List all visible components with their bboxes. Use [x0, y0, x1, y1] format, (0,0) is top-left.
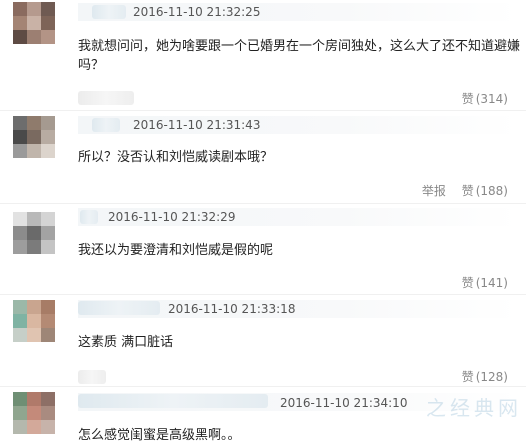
like-count: (128) [475, 370, 508, 384]
avatar-pixel [41, 130, 55, 144]
avatar-pixel [13, 406, 27, 420]
timestamp: 2016-11-10 21:34:10 [280, 396, 408, 410]
avatar-pixel [27, 2, 41, 16]
avatar-pixel [41, 240, 55, 254]
divider [0, 203, 526, 204]
avatar-pixel [27, 226, 41, 240]
avatar-pixel [13, 300, 27, 314]
divider [0, 386, 526, 387]
avatar-pixel [27, 328, 41, 342]
like-count: (188) [475, 184, 508, 198]
avatar-pixel [13, 314, 27, 328]
avatar[interactable] [13, 116, 55, 158]
like-button[interactable]: 赞 (314) [462, 92, 508, 106]
report-button[interactable]: 举报 [422, 184, 446, 198]
like-label: 赞 [461, 370, 474, 384]
avatar-pixel [41, 212, 55, 226]
comment-item: 2016-11-10 21:33:18 这素质 满口脏话 赞 (128) [0, 298, 526, 386]
username-placeholder [78, 370, 106, 384]
username[interactable] [92, 5, 126, 19]
comment-feed: 2016-11-10 21:32:25 我就想问问，她为啥要跟一个已婚男在一个房… [0, 0, 526, 448]
like-label: 赞 [461, 276, 474, 290]
avatar-pixel [41, 226, 55, 240]
avatar-pixel [13, 2, 27, 16]
like-button[interactable]: 赞 (128) [462, 370, 508, 384]
username[interactable] [92, 118, 120, 132]
avatar-pixel [13, 226, 27, 240]
timestamp: 2016-11-10 21:31:43 [133, 118, 261, 132]
avatar-pixel [27, 130, 41, 144]
avatar-pixel [13, 240, 27, 254]
avatar-pixel [41, 328, 55, 342]
avatar-pixel [13, 144, 27, 158]
avatar-pixel [41, 16, 55, 30]
avatar-pixel [27, 144, 41, 158]
avatar-pixel [13, 328, 27, 342]
avatar-pixel [27, 240, 41, 254]
divider [0, 294, 526, 295]
avatar[interactable] [13, 212, 55, 254]
avatar-pixel [27, 16, 41, 30]
comment-text: 所以？没否认和刘恺威读剧本哦？ [78, 150, 274, 165]
avatar-pixel [41, 144, 55, 158]
comment-item: 2016-11-10 21:31:43 所以？没否认和刘恺威读剧本哦？ 举报 赞… [0, 112, 526, 204]
like-count: (141) [475, 276, 508, 290]
comment-text: 我还以为要澄清和刘恺威是假的呢 [78, 243, 274, 258]
comment-actions: 赞 (314) [450, 90, 508, 107]
like-button[interactable]: 赞 (141) [462, 276, 508, 290]
avatar-pixel [13, 420, 27, 434]
avatar-pixel [13, 212, 27, 226]
avatar-pixel [27, 314, 41, 328]
avatar-pixel [41, 30, 55, 44]
avatar-pixel [41, 392, 55, 406]
avatar-pixel [27, 212, 41, 226]
comment-text: 我就想问问，她为啥要跟一个已婚男在一个房间独处，这么大了还不知道避嫌 [78, 39, 521, 54]
avatar-pixel [27, 406, 41, 420]
timestamp: 2016-11-10 21:32:25 [133, 5, 261, 19]
username[interactable] [80, 210, 98, 224]
avatar-pixel [27, 30, 41, 44]
avatar[interactable] [13, 2, 55, 44]
comment-actions: 举报 赞 (188) [410, 182, 508, 199]
comment-actions: 赞 (128) [450, 368, 508, 385]
avatar-pixel [13, 16, 27, 30]
timestamp: 2016-11-10 21:32:29 [108, 210, 236, 224]
avatar[interactable] [13, 300, 55, 342]
watermark: 之经典网 [426, 396, 522, 420]
avatar-pixel [41, 116, 55, 130]
avatar-pixel [27, 116, 41, 130]
avatar-pixel [13, 392, 27, 406]
timestamp: 2016-11-10 21:33:18 [168, 302, 296, 316]
like-label: 赞 [461, 184, 474, 198]
avatar-pixel [13, 130, 27, 144]
comment-text: 怎么感觉闺蜜是高级黑啊。。 [78, 428, 241, 443]
avatar-pixel [27, 392, 41, 406]
divider [0, 110, 526, 111]
comment-item: 2016-11-10 21:32:25 我就想问问，她为啥要跟一个已婚男在一个房… [0, 0, 526, 110]
username[interactable] [78, 394, 268, 408]
avatar-pixel [13, 116, 27, 130]
like-label: 赞 [461, 92, 474, 106]
avatar[interactable] [13, 392, 55, 434]
avatar-pixel [27, 300, 41, 314]
avatar-pixel [27, 420, 41, 434]
avatar-pixel [41, 300, 55, 314]
avatar-pixel [13, 30, 27, 44]
avatar-pixel [41, 2, 55, 16]
like-button[interactable]: 赞 (188) [462, 184, 508, 198]
username[interactable] [78, 301, 160, 315]
comment-text-continued: 吗？ [78, 58, 105, 73]
avatar-pixel [41, 406, 55, 420]
comment-actions: 赞 (141) [450, 274, 508, 291]
comment-item: 2016-11-10 21:32:29 我还以为要澄清和刘恺威是假的呢 赞 (14… [0, 206, 526, 294]
avatar-pixel [41, 420, 55, 434]
like-count: (314) [475, 92, 508, 106]
avatar-pixel [41, 314, 55, 328]
comment-text: 这素质 满口脏话 [78, 335, 174, 350]
username-placeholder [78, 91, 134, 105]
